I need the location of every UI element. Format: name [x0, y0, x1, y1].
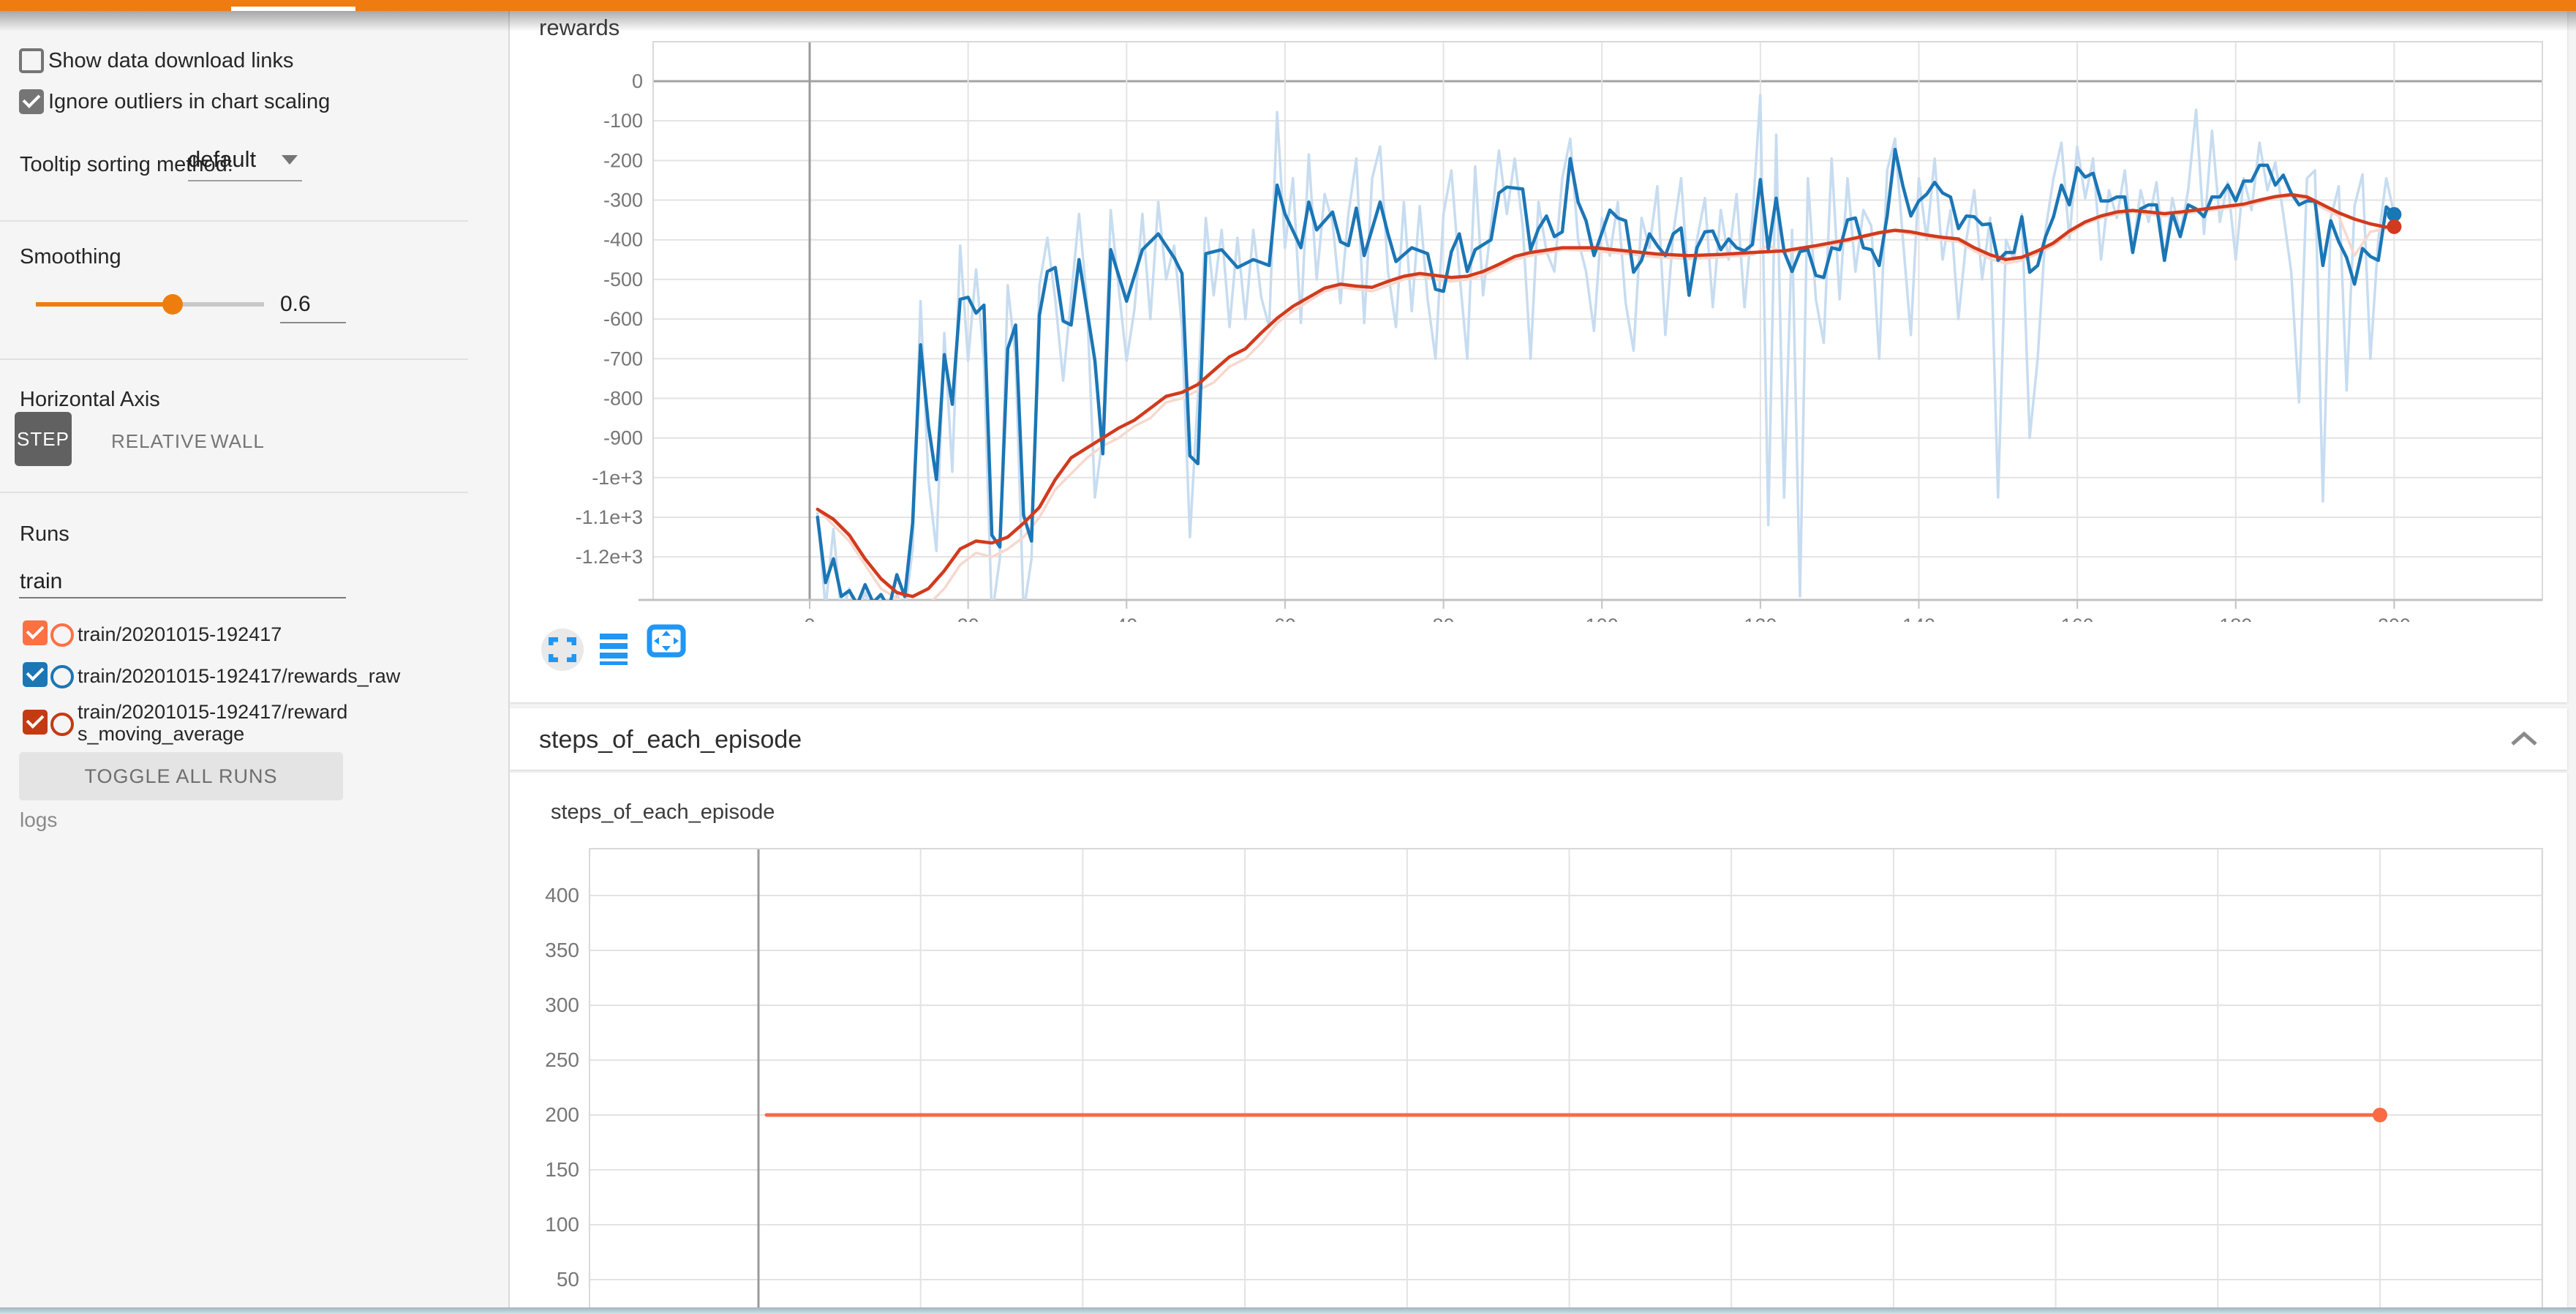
run-checkbox[interactable]	[23, 662, 48, 687]
smoothing-value-underline	[280, 322, 346, 323]
divider	[0, 220, 468, 222]
steps-chart-card: steps_of_each_episode 400350300250200150…	[510, 773, 2567, 1308]
fit-to-data-icon	[647, 624, 686, 658]
svg-text:180: 180	[2219, 615, 2252, 622]
checkbox-checked[interactable]	[19, 89, 44, 114]
steps-section-title: steps_of_each_episode	[539, 726, 802, 754]
axis-relative-button[interactable]: RELATIVE	[111, 430, 208, 453]
check-icon	[26, 663, 45, 681]
rewards-line-chart[interactable]: 0 -100 -200 -300 -400 -500 -600 -700 -800 -900 -1e…	[510, 10, 2567, 622]
show-data-download-links-checkbox[interactable]	[19, 48, 44, 73]
smoothing-slider-track[interactable]	[173, 302, 264, 307]
run-color-ring[interactable]	[50, 623, 74, 647]
bottom-edge-strip	[0, 1307, 2576, 1314]
svg-text:250: 250	[545, 1048, 579, 1071]
runs-footer-logs: logs	[20, 808, 57, 832]
smoothing-slider-thumb[interactable]	[162, 294, 183, 315]
svg-text:160: 160	[2061, 615, 2094, 622]
active-tab-indicator	[231, 7, 355, 11]
app-toolbar	[0, 0, 2576, 11]
runs-label: Runs	[20, 522, 69, 547]
svg-text:-300: -300	[603, 189, 643, 211]
divider	[0, 492, 468, 493]
show-data-download-links-label: Show data download links	[48, 49, 293, 73]
svg-text:-500: -500	[603, 269, 643, 290]
settings-sidebar: Show data download links Ignore outliers…	[0, 0, 510, 1308]
svg-text:40: 40	[1115, 615, 1137, 622]
chevron-up-icon[interactable]	[2510, 732, 2538, 746]
svg-text:-800: -800	[603, 387, 643, 409]
svg-text:-400: -400	[603, 229, 643, 251]
ignore-outliers-checkbox[interactable]	[19, 89, 44, 114]
svg-text:400: 400	[545, 884, 579, 906]
smoothing-slider-filled[interactable]	[36, 302, 173, 307]
log-scale-button[interactable]	[600, 634, 628, 666]
axis-step-button[interactable]: STEP	[15, 412, 72, 466]
steps-section-header[interactable]: steps_of_each_episode	[510, 708, 2567, 770]
run-checkbox[interactable]	[23, 620, 48, 645]
rewards-chart-card: rewards 0-100-200-300-400-500-600-700-80…	[510, 10, 2567, 702]
svg-text:350: 350	[545, 939, 579, 961]
axis-wall-button[interactable]: WALL	[211, 430, 265, 453]
check-icon	[23, 90, 41, 108]
svg-text:120: 120	[1744, 615, 1777, 622]
svg-text:300: 300	[545, 994, 579, 1016]
svg-text:-100: -100	[603, 110, 643, 132]
svg-text:50: 50	[557, 1268, 579, 1291]
svg-text:150: 150	[545, 1158, 579, 1181]
horizontal-axis-label: Horizontal Axis	[20, 388, 160, 412]
svg-text:0: 0	[632, 70, 643, 92]
chevron-down-icon	[282, 155, 298, 165]
svg-text:100: 100	[545, 1213, 579, 1236]
run-color-ring[interactable]	[50, 665, 74, 688]
svg-text:60: 60	[1274, 615, 1296, 622]
check-icon	[26, 710, 45, 729]
svg-text:-900: -900	[603, 427, 643, 449]
divider	[0, 358, 468, 360]
lines-icon	[600, 634, 628, 666]
ignore-outliers-label: Ignore outliers in chart scaling	[48, 90, 330, 114]
svg-text:20: 20	[957, 615, 979, 622]
run-filter-underline	[19, 597, 346, 598]
svg-text:-1.1e+3: -1.1e+3	[576, 506, 643, 528]
svg-text:200: 200	[2378, 615, 2411, 622]
expand-chart-button[interactable]	[541, 628, 584, 671]
svg-text:-700: -700	[603, 348, 643, 369]
svg-text:0: 0	[804, 615, 815, 622]
tooltip-sorting-dropdown[interactable]: default	[188, 146, 302, 181]
run-item-label[interactable]: train/20201015-192417/rewards_moving_ave…	[78, 701, 355, 745]
svg-text:-1.2e+3: -1.2e+3	[576, 546, 643, 568]
checkbox-unchecked[interactable]	[19, 48, 44, 73]
run-checkbox[interactable]	[23, 710, 48, 735]
svg-text:-600: -600	[603, 308, 643, 330]
svg-text:200: 200	[545, 1103, 579, 1126]
svg-text:100: 100	[1586, 615, 1619, 622]
fullscreen-icon	[549, 637, 576, 662]
svg-text:-1e+3: -1e+3	[592, 467, 643, 489]
run-filter-input[interactable]: train	[20, 569, 62, 594]
smoothing-label: Smoothing	[20, 245, 121, 269]
run-color-ring[interactable]	[50, 713, 74, 736]
run-item-label[interactable]: train/20201015-192417/rewards_raw	[78, 665, 400, 687]
steps-line-chart[interactable]: 400 350 300 250 200 150 100 50	[510, 773, 2567, 1308]
check-icon	[26, 621, 45, 639]
svg-text:-200: -200	[603, 149, 643, 171]
toggle-all-runs-button[interactable]: TOGGLE ALL RUNS	[19, 752, 343, 800]
smoothing-value[interactable]: 0.6	[280, 292, 311, 317]
svg-text:140: 140	[1902, 615, 1935, 622]
run-item-label[interactable]: train/20201015-192417	[78, 623, 282, 645]
svg-text:80: 80	[1433, 615, 1455, 622]
fit-domain-button[interactable]	[647, 624, 686, 658]
dropdown-underline	[188, 180, 302, 181]
